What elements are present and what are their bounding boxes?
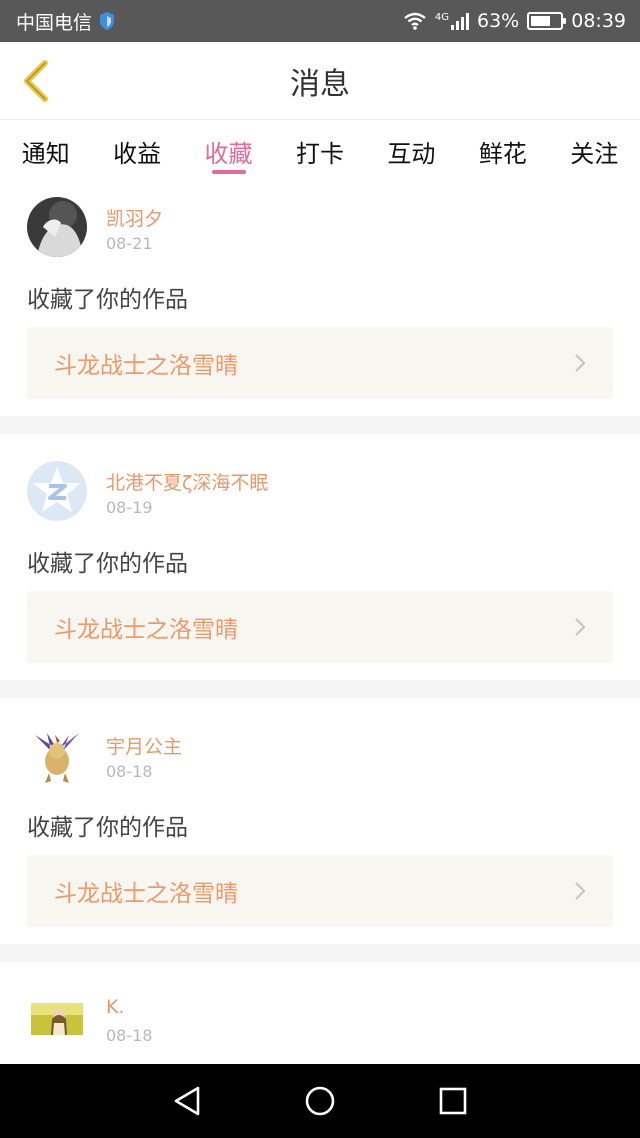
back-arrow-icon <box>24 60 48 102</box>
shield-icon <box>100 12 115 30</box>
work-title: 斗龙战士之洛雪晴 <box>54 881 238 907</box>
network-type: 4G <box>434 12 449 23</box>
nav-home-button[interactable] <box>290 1071 350 1131</box>
nav-recents-button[interactable] <box>423 1071 483 1131</box>
qq-zone-avatar-icon <box>27 461 87 521</box>
tab-interactions[interactable]: 互动 <box>366 120 457 182</box>
user-name[interactable]: K. <box>106 996 125 1018</box>
triangle-back-icon <box>174 1086 199 1116</box>
circle-home-icon <box>305 1086 335 1116</box>
avatar[interactable] <box>27 725 87 785</box>
avatar[interactable] <box>27 989 87 1049</box>
signal-icon <box>451 12 469 30</box>
message-date: 08-19 <box>106 498 153 517</box>
battery-percent: 63% <box>477 10 520 32</box>
message-date: 08-21 <box>106 234 153 253</box>
work-link[interactable]: 斗龙战士之洛雪晴 <box>27 591 613 663</box>
tab-notifications[interactable]: 通知 <box>0 120 91 182</box>
work-title: 斗龙战士之洛雪晴 <box>54 353 238 379</box>
status-bar: 中国电信 4G 63% 08:39 <box>0 0 640 42</box>
work-link[interactable]: 斗龙战士之洛雪晴 <box>27 327 613 399</box>
header: 消息 <box>0 42 640 120</box>
user-name[interactable]: 北港不夏ζ深海不眠 <box>106 468 268 495</box>
user-name[interactable]: 宇月公主 <box>106 732 182 759</box>
message-text: 收藏了你的作品 <box>27 551 188 577</box>
user-photo-icon <box>27 197 87 257</box>
message-text: 收藏了你的作品 <box>27 287 188 313</box>
tab-checkin[interactable]: 打卡 <box>274 120 365 182</box>
avatar[interactable] <box>27 461 87 521</box>
chevron-right-icon <box>575 618 586 636</box>
message-list[interactable]: 凯羽夕 08-21 收藏了你的作品 斗龙战士之洛雪晴 北港不夏ζ深海不眠 08-… <box>0 182 640 1064</box>
chevron-right-icon <box>575 882 586 900</box>
message-card: K. 08-18 <box>0 962 640 1064</box>
message-card: 北港不夏ζ深海不眠 08-19 收藏了你的作品 斗龙战士之洛雪晴 <box>0 434 640 680</box>
message-date: 08-18 <box>106 1026 153 1045</box>
work-title: 斗龙战士之洛雪晴 <box>54 617 238 643</box>
message-date: 08-18 <box>106 762 153 781</box>
battery-icon <box>527 12 567 30</box>
wifi-icon <box>404 12 426 30</box>
avatar[interactable] <box>27 197 87 257</box>
tab-earnings[interactable]: 收益 <box>91 120 182 182</box>
message-card: 凯羽夕 08-21 收藏了你的作品 斗龙战士之洛雪晴 <box>0 182 640 416</box>
work-link[interactable]: 斗龙战士之洛雪晴 <box>27 855 613 927</box>
square-recents-icon <box>440 1087 467 1115</box>
tab-flowers[interactable]: 鲜花 <box>457 120 548 182</box>
tab-favorites[interactable]: 收藏 <box>183 120 274 182</box>
back-button[interactable] <box>14 58 58 104</box>
nav-back-button[interactable] <box>157 1071 217 1131</box>
message-text: 收藏了你的作品 <box>27 815 188 841</box>
page-title: 消息 <box>290 66 350 102</box>
tab-bar: 通知 收益 收藏 打卡 互动 鲜花 关注 <box>0 120 640 182</box>
chevron-right-icon <box>575 354 586 372</box>
tab-follows[interactable]: 关注 <box>549 120 640 182</box>
clock: 08:39 <box>571 10 626 32</box>
message-card: 宇月公主 08-18 收藏了你的作品 斗龙战士之洛雪晴 <box>0 698 640 944</box>
carrier-label: 中国电信 <box>16 11 93 34</box>
user-name[interactable]: 凯羽夕 <box>106 204 163 231</box>
system-nav-bar <box>0 1064 640 1138</box>
dragon-avatar-icon <box>27 725 87 785</box>
user-photo-icon <box>27 989 87 1049</box>
